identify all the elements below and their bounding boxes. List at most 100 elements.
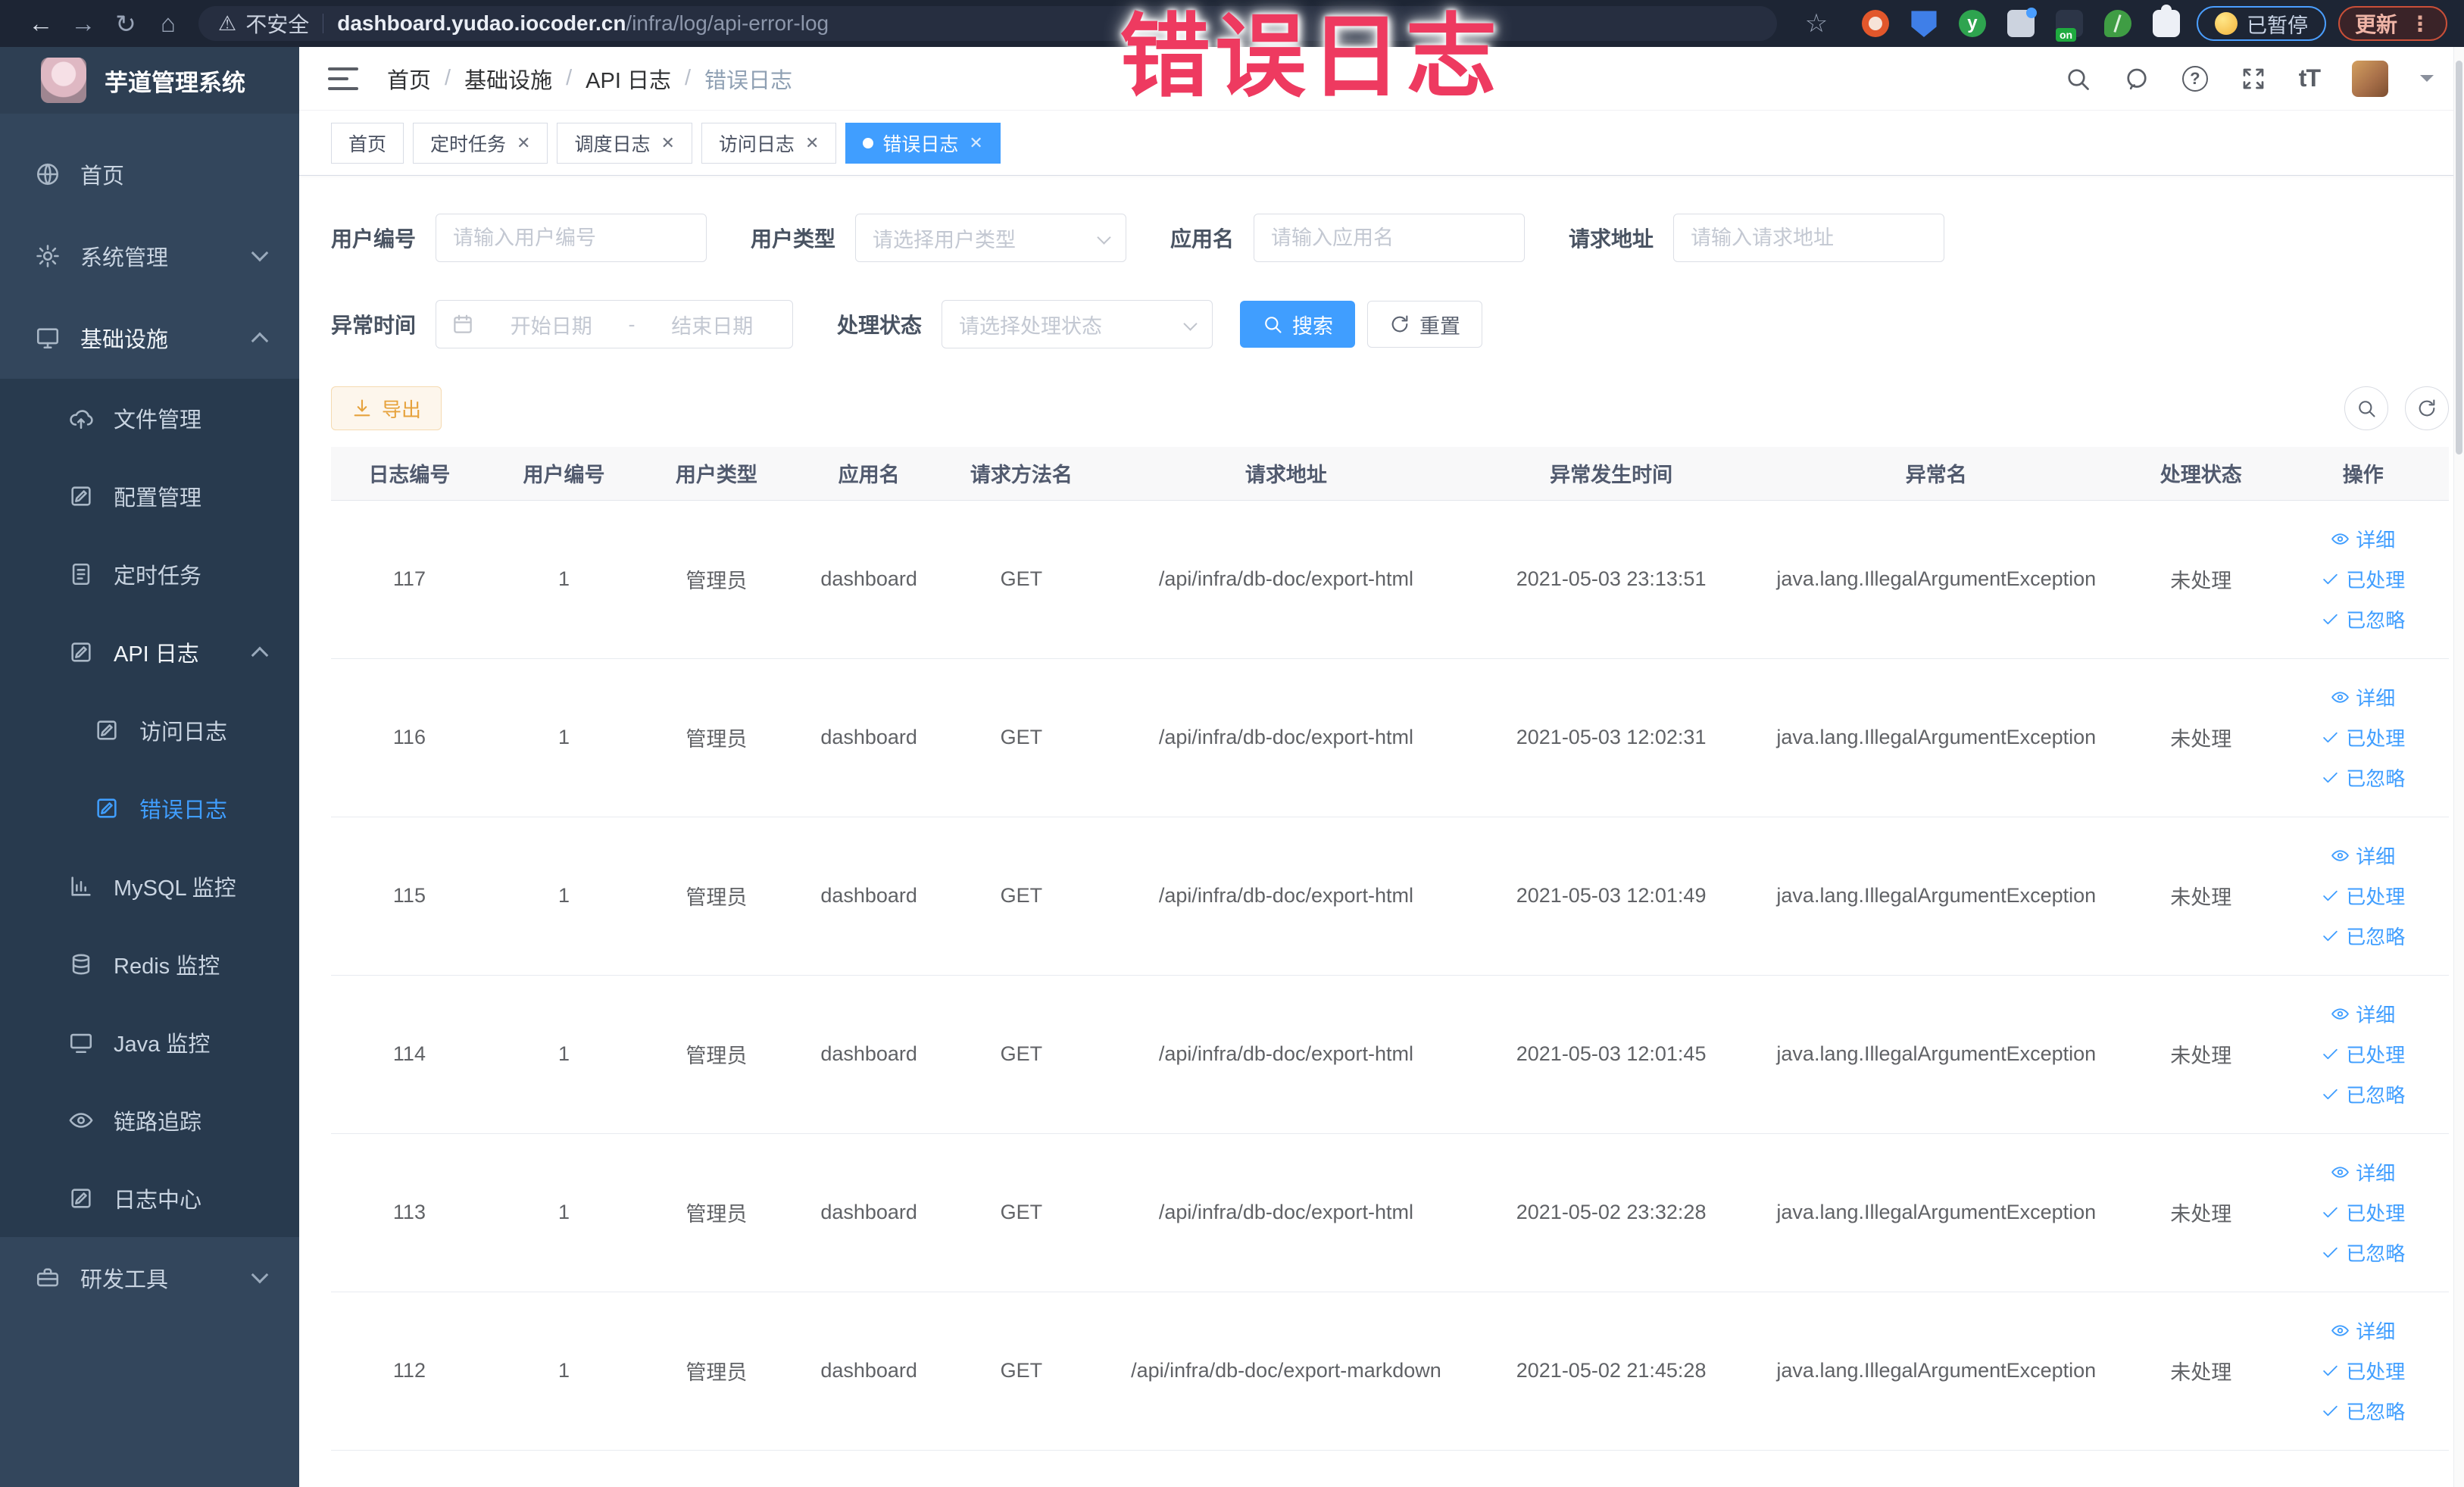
sidebar-item-infrastructure[interactable]: 基础设施: [0, 297, 299, 379]
sidebar-item-java-monitor[interactable]: Java 监控: [0, 1003, 299, 1081]
avatar-caret-icon[interactable]: [2420, 75, 2434, 89]
scrollbar-thumb[interactable]: [2456, 61, 2462, 455]
help-icon[interactable]: ?: [2181, 65, 2208, 92]
security-label[interactable]: 不安全: [245, 8, 309, 39]
detail-link[interactable]: 详细: [2331, 1317, 2395, 1345]
extension-shield-icon[interactable]: [1911, 11, 1937, 37]
date-range-picker[interactable]: 开始日期 - 结束日期: [436, 300, 794, 348]
github-icon[interactable]: [2123, 65, 2150, 92]
tab-close-icon[interactable]: [517, 133, 530, 153]
browser-home-icon[interactable]: ⌂: [147, 9, 189, 38]
mark-processed-link[interactable]: 已处理: [2321, 723, 2405, 751]
breadcrumb-link[interactable]: 基础设施: [464, 63, 552, 95]
request-url-input[interactable]: [1673, 214, 1945, 262]
tab-error-log[interactable]: 错误日志: [845, 122, 1001, 164]
tab-close-icon[interactable]: [661, 133, 674, 153]
mark-ignored-link[interactable]: 已忽略: [2321, 1397, 2405, 1425]
hamburger-icon[interactable]: [328, 67, 358, 90]
tab-scheduled-tasks[interactable]: 定时任务: [413, 122, 548, 164]
sidebar-item-access-log[interactable]: 访问日志: [0, 691, 299, 769]
security-warning-icon: ⚠: [218, 11, 237, 35]
sidebar-item-mysql-monitor[interactable]: MySQL 监控: [0, 847, 299, 925]
tab-schedule-log[interactable]: 调度日志: [557, 122, 692, 164]
extension-green-icon[interactable]: [1958, 10, 1986, 37]
reset-button[interactable]: 重置: [1367, 301, 1483, 348]
cell-actions: 详细 已处理 已忽略: [2277, 1133, 2449, 1292]
sidebar-item-home[interactable]: 首页: [0, 133, 299, 215]
mark-ignored-link[interactable]: 已忽略: [2321, 605, 2405, 633]
user-avatar[interactable]: [2352, 60, 2388, 97]
export-button[interactable]: 导出: [331, 386, 442, 430]
font-size-icon[interactable]: tT: [2299, 64, 2321, 92]
user-type-select[interactable]: 请选择用户类型: [855, 214, 1127, 262]
sidebar-item-error-log[interactable]: 错误日志: [0, 769, 299, 847]
breadcrumb-item: API 日志: [552, 63, 671, 95]
bookmark-star-icon[interactable]: ☆: [1795, 8, 1838, 39]
end-date-placeholder[interactable]: 结束日期: [648, 310, 778, 339]
column-header: 异常名: [1747, 447, 2125, 501]
detail-link[interactable]: 详细: [2331, 1158, 2395, 1186]
sidebar-item-trace[interactable]: 链路追踪: [0, 1081, 299, 1159]
cell-log-id: 114: [331, 975, 488, 1134]
app-logo[interactable]: 芋道管理系统: [0, 47, 299, 114]
filter-row-2: 异常时间 开始日期 - 结束日期 处理状态 请选择处理状态 搜索 重置: [331, 300, 2449, 348]
emoji-face-icon: [2214, 12, 2238, 35]
cell-request-url: /api/infra/db-doc/export-html: [1098, 658, 1475, 817]
sidebar-item-system-management[interactable]: 系统管理: [0, 215, 299, 297]
menu-icon: [35, 243, 61, 269]
menu-icon: [68, 1029, 94, 1055]
tab-access-log[interactable]: 访问日志: [701, 122, 837, 164]
refresh-table-button[interactable]: [2405, 386, 2449, 430]
tab-close-icon[interactable]: [805, 133, 819, 153]
mark-processed-link[interactable]: 已处理: [2321, 1198, 2405, 1226]
sidebar-item-dev-tools[interactable]: 研发工具: [0, 1237, 299, 1319]
browser-reload-icon[interactable]: ↻: [105, 9, 147, 39]
mark-ignored-link[interactable]: 已忽略: [2321, 1080, 2405, 1108]
start-date-placeholder[interactable]: 开始日期: [486, 310, 617, 339]
mark-ignored-link[interactable]: 已忽略: [2321, 922, 2405, 950]
browser-update-button[interactable]: 更新 ⋮: [2338, 6, 2447, 41]
refresh-icon: [2416, 398, 2437, 419]
user-id-input[interactable]: [436, 214, 707, 262]
address-bar[interactable]: ⚠ 不安全 dashboard.yudao.iocoder.cn/infra/l…: [198, 6, 1777, 41]
mark-processed-link[interactable]: 已处理: [2321, 1357, 2405, 1385]
extension-orange-icon[interactable]: [1861, 10, 1889, 37]
paused-status-button[interactable]: 已暂停: [2196, 6, 2326, 41]
detail-link[interactable]: 详细: [2331, 683, 2395, 711]
cell-user-id: 1: [487, 500, 641, 659]
tab-close-icon[interactable]: [969, 133, 982, 153]
app-name-input[interactable]: [1254, 214, 1526, 262]
search-icon[interactable]: [2064, 65, 2091, 92]
detail-link[interactable]: 详细: [2331, 842, 2395, 870]
mark-processed-link[interactable]: 已处理: [2321, 565, 2405, 593]
tab-home[interactable]: 首页: [331, 122, 404, 164]
mark-processed-link[interactable]: 已处理: [2321, 1040, 2405, 1068]
page-scrollbar[interactable]: [2453, 47, 2464, 1487]
extension-on-badge-icon[interactable]: [2055, 10, 2083, 42]
extension-leaf-icon[interactable]: [2103, 10, 2131, 37]
mark-ignored-link[interactable]: 已忽略: [2321, 764, 2405, 792]
toggle-search-button[interactable]: [2344, 386, 2388, 430]
status-select[interactable]: 请选择处理状态: [942, 300, 1213, 348]
breadcrumb-link[interactable]: 首页: [387, 63, 431, 95]
extensions-puzzle-icon[interactable]: [2152, 5, 2180, 37]
detail-link[interactable]: 详细: [2331, 1000, 2395, 1028]
browser-menu-kebab-icon[interactable]: ⋮: [2409, 11, 2431, 36]
sidebar-item-redis-monitor[interactable]: Redis 监控: [0, 925, 299, 1003]
fullscreen-icon[interactable]: [2240, 65, 2267, 92]
sidebar-item-log-center[interactable]: 日志中心: [0, 1159, 299, 1237]
sidebar-item-config-management[interactable]: 配置管理: [0, 457, 299, 535]
search-button[interactable]: 搜索: [1240, 301, 1356, 348]
extension-grid-icon[interactable]: [2006, 8, 2037, 37]
sidebar-item-api-log[interactable]: API 日志: [0, 613, 299, 691]
sidebar-item-scheduled-tasks[interactable]: 定时任务: [0, 535, 299, 613]
browser-forward-icon[interactable]: →: [62, 9, 105, 38]
sidebar-item-file-management[interactable]: 文件管理: [0, 379, 299, 457]
browser-back-icon[interactable]: ←: [20, 9, 62, 38]
breadcrumb-link[interactable]: 错误日志: [704, 63, 792, 95]
detail-link[interactable]: 详细: [2331, 525, 2395, 553]
mark-ignored-link[interactable]: 已忽略: [2321, 1239, 2405, 1267]
cell-exception-name: java.lang.IllegalArgumentException: [1747, 1292, 2125, 1451]
breadcrumb-link[interactable]: API 日志: [586, 63, 671, 95]
mark-processed-link[interactable]: 已处理: [2321, 882, 2405, 910]
